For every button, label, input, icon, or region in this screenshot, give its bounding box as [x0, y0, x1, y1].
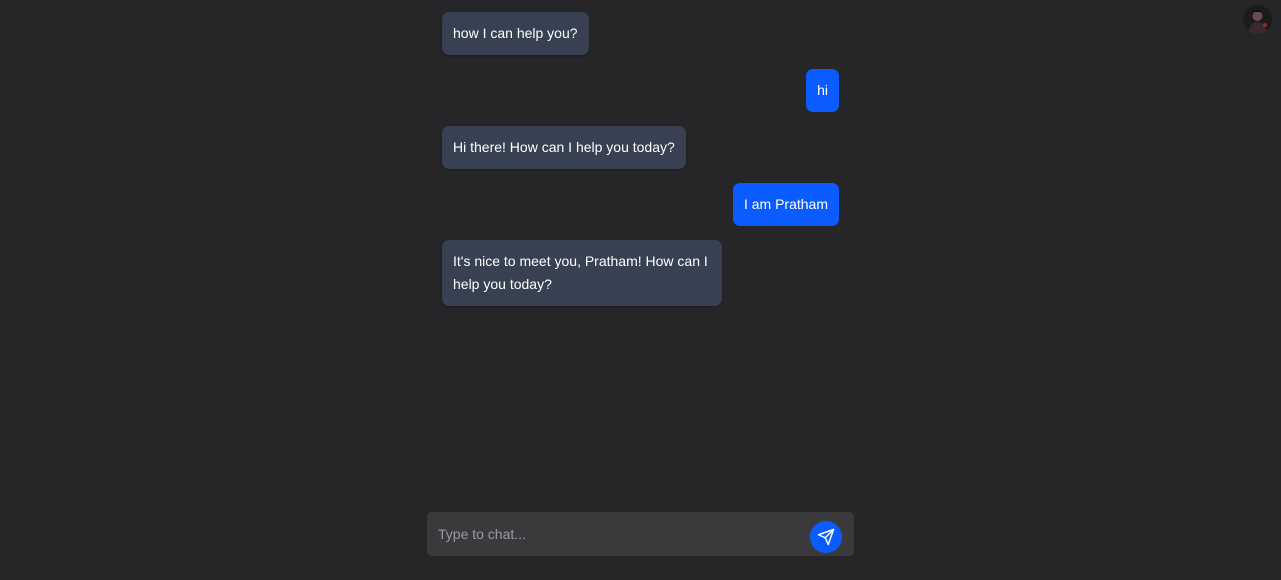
avatar-icon — [1243, 5, 1272, 34]
send-icon — [817, 528, 835, 546]
message-list: how I can help you? hi Hi there! How can… — [442, 12, 839, 306]
send-button[interactable] — [810, 521, 842, 553]
chat-composer — [427, 512, 854, 556]
chat-page: how I can help you? hi Hi there! How can… — [0, 0, 1281, 580]
bot-message: Hi there! How can I help you today? — [442, 126, 686, 169]
bot-message: It's nice to meet you, Pratham! How can … — [442, 240, 722, 306]
user-avatar[interactable] — [1243, 5, 1272, 34]
bot-message: how I can help you? — [442, 12, 589, 55]
user-message: I am Pratham — [732, 183, 839, 226]
user-message: hi — [806, 69, 839, 112]
chat-input[interactable] — [427, 512, 802, 556]
